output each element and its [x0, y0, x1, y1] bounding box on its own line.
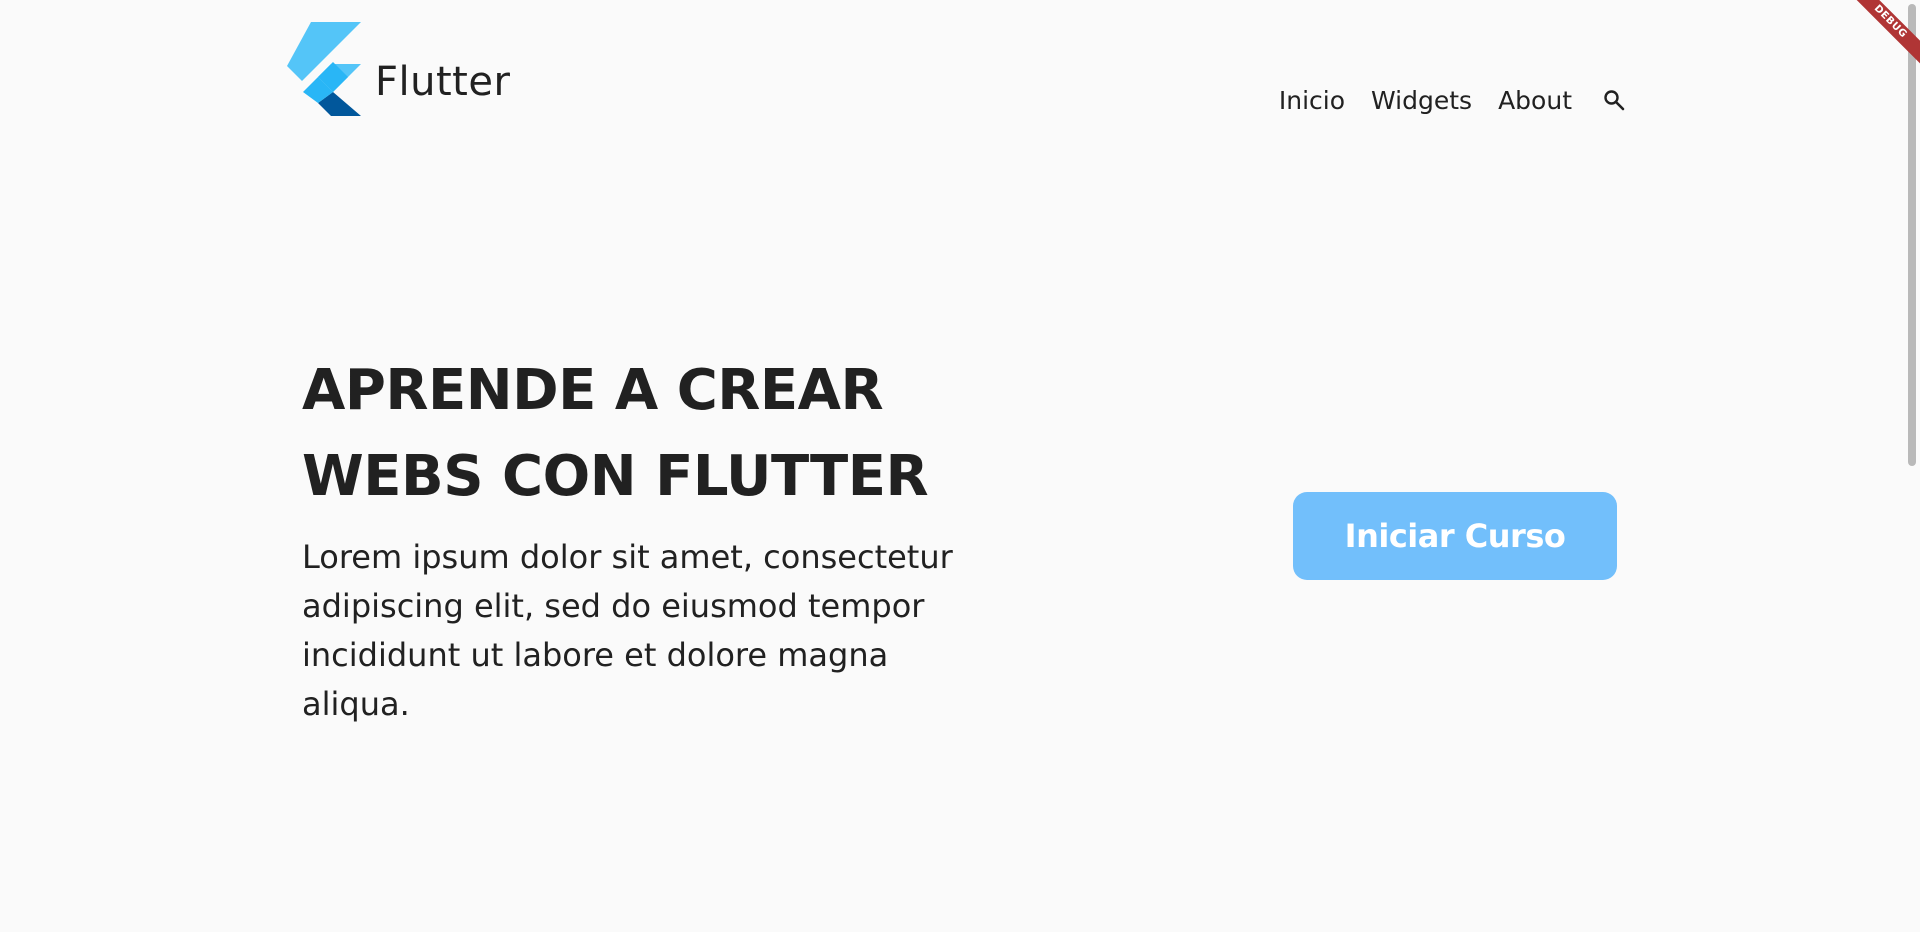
search-button[interactable]: [1600, 86, 1628, 114]
scrollbar-thumb[interactable]: [1908, 4, 1916, 466]
main-nav: Inicio Widgets About: [1279, 86, 1628, 114]
hero-title: APRENDE A CREAR WEBS CON FLUTTER: [302, 348, 929, 520]
nav-link-widgets[interactable]: Widgets: [1371, 88, 1472, 113]
vertical-scrollbar[interactable]: [1906, 0, 1920, 932]
nav-link-about[interactable]: About: [1498, 88, 1572, 113]
search-icon: [1604, 90, 1625, 111]
brand-name[interactable]: Flutter: [375, 62, 510, 102]
start-course-button[interactable]: Iniciar Curso: [1293, 492, 1617, 580]
nav-link-inicio[interactable]: Inicio: [1279, 88, 1345, 113]
page: Flutter Inicio Widgets About APRENDE A C…: [0, 0, 1920, 932]
hero-description: Lorem ipsum dolor sit amet, consectetur …: [302, 538, 953, 723]
hero-title-line-2: WEBS CON FLUTTER: [302, 444, 929, 509]
hero-title-line-1: APRENDE A CREAR: [302, 358, 884, 423]
flutter-logo-icon[interactable]: [287, 22, 363, 116]
